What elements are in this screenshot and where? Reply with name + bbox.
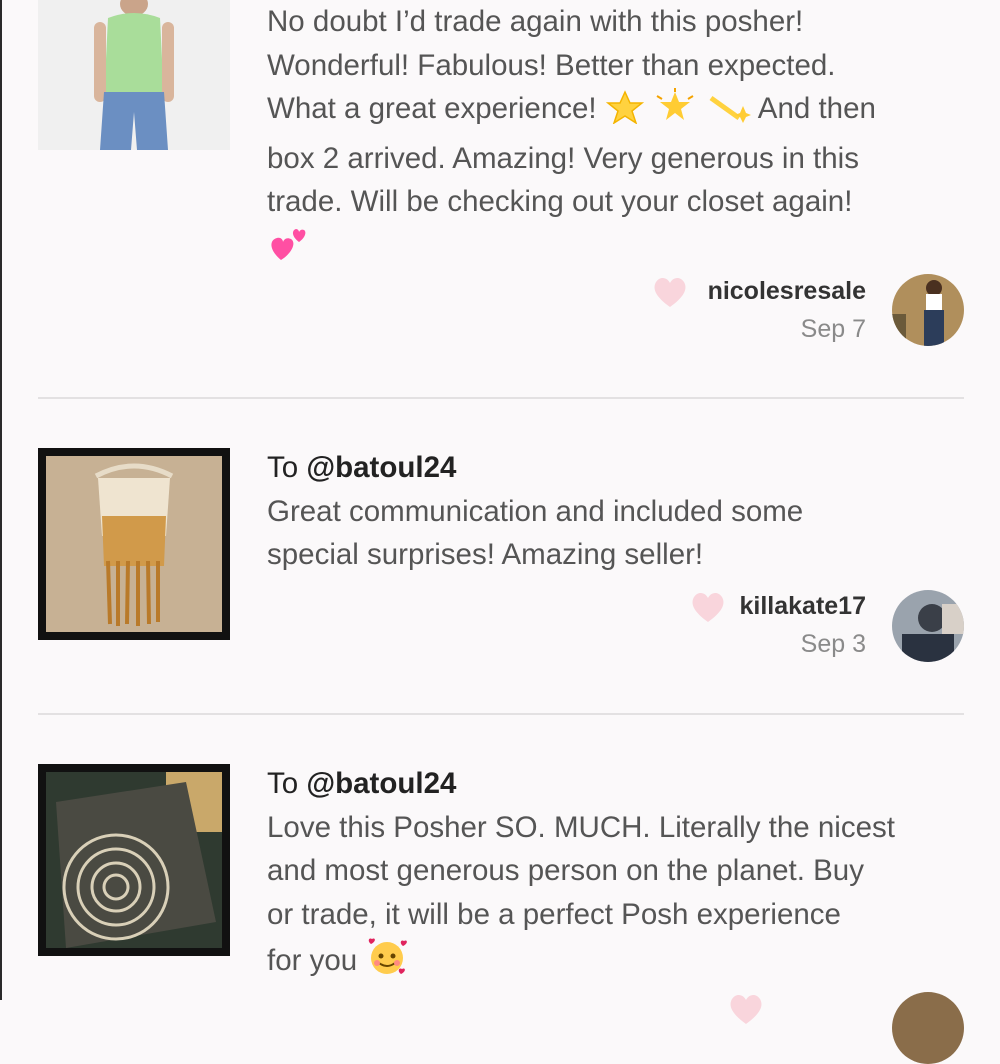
review-line: or trade, it will be a perfect Posh expe…: [267, 897, 841, 931]
heart-icon[interactable]: [690, 590, 726, 624]
review-line: and most generous person on the planet. …: [267, 854, 864, 887]
listing-thumbnail[interactable]: [38, 0, 230, 150]
recipient-handle[interactable]: @batoul24: [306, 451, 456, 484]
review-date: Sep 3: [800, 630, 866, 658]
review-text: To @batoul24 Great communication and inc…: [267, 446, 967, 577]
two-hearts-icon: [267, 224, 311, 277]
review-text: To @batoul24 Love this Posher SO. MUCH. …: [267, 762, 967, 989]
review-date: Sep 7: [800, 315, 866, 343]
heart-icon[interactable]: [652, 275, 688, 309]
smiling-face-with-hearts-icon: [365, 936, 409, 989]
dizzy-icon: [705, 88, 752, 137]
reviewer-username[interactable]: killakate17: [740, 592, 867, 621]
review-text: No doubt I’d trade again with this poshe…: [267, 0, 967, 276]
review-line: special surprises! Amazing seller!: [267, 538, 704, 571]
tie-dye-shirt-image: [46, 772, 222, 948]
review-line-text: What a great experience!: [267, 92, 597, 125]
review-line-text: for you: [267, 944, 358, 977]
listing-thumbnail[interactable]: [38, 448, 230, 640]
avatar[interactable]: [892, 992, 964, 1064]
review-line: Great communication and included some: [267, 494, 804, 528]
review-line: Wonderful! Fabulous! Better than expecte…: [267, 48, 836, 82]
reviewer-username[interactable]: nicolesresale: [708, 277, 866, 306]
review-line-text: And then: [757, 92, 876, 125]
review-line: [267, 224, 967, 277]
avatar[interactable]: [892, 590, 964, 662]
review-line: for you: [267, 936, 967, 989]
recipient-prefix: To: [267, 767, 307, 800]
recipient-handle[interactable]: @batoul24: [306, 767, 456, 800]
heart-icon[interactable]: [728, 992, 764, 1026]
listing-thumbnail[interactable]: [38, 764, 230, 956]
divider: [38, 397, 964, 399]
recipient-line: To @batoul24: [267, 446, 967, 490]
review-line: Love this Posher SO. MUCH. Literally the…: [267, 810, 895, 844]
recipient-prefix: To: [267, 451, 307, 484]
avatar[interactable]: [892, 274, 964, 346]
glowing-star-icon: [653, 88, 697, 137]
screen-edge: [0, 0, 2, 1000]
review-line: trade. Will be checking out your closet …: [267, 185, 853, 218]
green-tank-top-image: [38, 0, 230, 150]
recipient-line: To @batoul24: [267, 762, 967, 806]
review-line: No doubt I’d trade again with this poshe…: [267, 5, 804, 38]
divider: [38, 713, 964, 715]
macrame-bag-image: [46, 456, 222, 632]
review-line: box 2 arrived. Amazing! Very generous in…: [267, 141, 859, 175]
review-line: What a great experience! And then: [267, 87, 967, 137]
star-icon: [605, 90, 645, 137]
